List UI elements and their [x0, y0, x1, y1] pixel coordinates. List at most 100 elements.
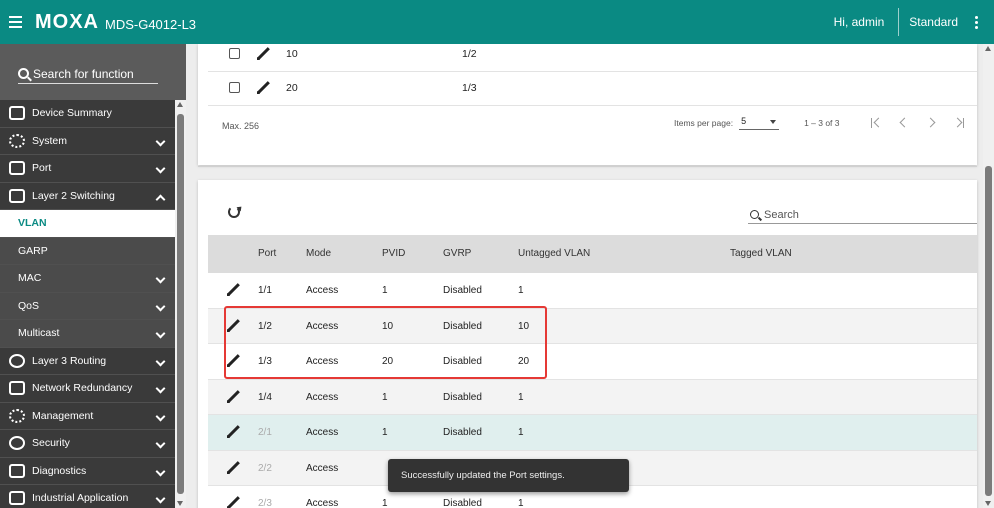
main-scrollbar[interactable] [983, 44, 994, 508]
table-search-input[interactable]: Search [748, 206, 977, 224]
chevron-down-icon [155, 328, 166, 339]
first-page-icon[interactable] [870, 117, 883, 129]
function-search-input[interactable]: Search for function [18, 64, 158, 84]
scroll-up-icon[interactable] [177, 102, 183, 107]
hamburger-menu-icon[interactable] [9, 16, 27, 28]
table-header: Port Mode PVID GVRP Untagged VLAN Tagged… [208, 235, 977, 273]
sidebar-item-mac[interactable]: MAC [0, 265, 175, 293]
scroll-up-icon[interactable] [985, 46, 991, 51]
sidebar-item-multicast[interactable]: Multicast [0, 320, 175, 348]
sidebar-item-layer2-switching[interactable]: Layer 2 Switching [0, 182, 175, 210]
edit-pencil-icon[interactable] [226, 461, 240, 475]
sidebar-item-security[interactable]: Security [0, 430, 175, 458]
sidebar-item-label: QoS [18, 299, 40, 312]
column-header-mode[interactable]: Mode [306, 248, 331, 259]
scroll-down-icon[interactable] [177, 501, 183, 506]
sidebar-item-industrial-application[interactable]: Industrial Application [0, 485, 175, 508]
section-divider [198, 166, 977, 167]
cell-untagged-vlan: 1 [518, 285, 524, 296]
cell-port: 2/3 [258, 498, 272, 508]
max-vlan-label: Max. 256 [222, 121, 260, 131]
user-greeting[interactable]: Hi, admin [834, 15, 885, 29]
sidebar-item-system[interactable]: System [0, 127, 175, 155]
sidebar-nav: Device Summary System Port Layer 2 Switc… [0, 100, 175, 508]
search-icon [750, 210, 759, 219]
column-header-untagged-vlan[interactable]: Untagged VLAN [518, 248, 590, 259]
main-scroll-thumb[interactable] [985, 166, 992, 496]
cell-untagged-vlan: 1 [518, 391, 524, 403]
cell-gvrp: Disabled [443, 427, 482, 438]
edit-pencil-icon[interactable] [226, 425, 240, 439]
edit-pencil-icon[interactable] [256, 81, 270, 95]
vlan-id: 20 [286, 81, 298, 94]
edit-pencil-icon[interactable] [256, 47, 270, 61]
items-per-page-select[interactable]: 5 [739, 116, 780, 130]
port-icon [9, 161, 25, 176]
sidebar-item-diagnostics[interactable]: Diagnostics [0, 457, 175, 485]
vlan-id: 10 [286, 47, 298, 60]
header-divider [898, 8, 900, 36]
cell-untagged-vlan: 1 [518, 498, 524, 508]
column-header-gvrp[interactable]: GVRP [443, 248, 471, 259]
port-table-card: Search Port Mode PVID GVRP Untagged VLAN… [198, 180, 977, 508]
last-page-icon[interactable] [952, 117, 966, 129]
sidebar-item-management[interactable]: Management [0, 402, 175, 430]
cell-gvrp: Disabled [443, 498, 482, 508]
sidebar-item-port[interactable]: Port [0, 155, 175, 183]
redundancy-icon [9, 381, 25, 396]
chevron-down-icon [155, 466, 166, 476]
cell-untagged-vlan: 1 [518, 427, 524, 438]
management-icon [9, 408, 25, 423]
user-role[interactable]: Standard [909, 15, 958, 29]
dashboard-icon [9, 106, 25, 121]
gear-icon [9, 133, 25, 148]
vlan-table-card: 10 1/2 20 1/3 Max. 256 Items per page: 5… [198, 44, 977, 165]
edit-pencil-icon[interactable] [226, 283, 240, 297]
refresh-icon[interactable] [228, 206, 240, 218]
chevron-down-icon [155, 356, 166, 366]
sidebar-item-layer3-routing[interactable]: Layer 3 Routing [0, 347, 175, 375]
sidebar-item-label: System [32, 134, 68, 147]
row-checkbox[interactable] [229, 48, 240, 59]
scroll-down-icon[interactable] [985, 501, 991, 506]
success-toast: Successfully updated the Port settings. [388, 459, 629, 492]
more-options-icon[interactable] [968, 15, 984, 29]
sidebar-item-label: Network Redundancy [32, 382, 133, 395]
main-content: 10 1/2 20 1/3 Max. 256 Items per page: 5… [186, 44, 983, 508]
sidebar-item-device-summary[interactable]: Device Summary [0, 100, 175, 128]
chevron-down-icon [155, 411, 166, 421]
sidebar-item-qos[interactable]: QoS [0, 292, 175, 320]
chevron-down-icon [155, 136, 166, 146]
moxa-logo: MOXA [35, 10, 99, 33]
sidebar-item-label: Port [32, 162, 52, 175]
next-page-icon[interactable] [925, 117, 938, 129]
column-header-pvid[interactable]: PVID [382, 248, 405, 259]
column-header-tagged-vlan[interactable]: Tagged VLAN [730, 248, 792, 259]
cell-gvrp: Disabled [443, 285, 482, 296]
column-header-port[interactable]: Port [258, 248, 276, 259]
chevron-down-icon [155, 493, 166, 504]
edit-pencil-icon[interactable] [226, 390, 240, 404]
vlan-member-port: 1/3 [462, 81, 477, 94]
sidebar-item-vlan[interactable]: VLAN [0, 210, 175, 238]
cell-pvid: 1 [382, 391, 388, 403]
sidebar: Search for function Device Summary Syste… [0, 44, 186, 508]
sidebar-item-label: Device Summary [32, 107, 112, 120]
search-icon [18, 68, 29, 79]
items-per-page-label: Items per page: [674, 118, 734, 128]
routing-icon [9, 353, 25, 368]
sidebar-item-garp[interactable]: GARP [0, 237, 175, 265]
highlight-box [224, 306, 547, 379]
row-checkbox[interactable] [229, 82, 240, 93]
industrial-icon [9, 491, 25, 506]
edit-pencil-icon[interactable] [226, 496, 240, 508]
switch-icon [9, 188, 25, 203]
sidebar-scrollbar[interactable] [175, 100, 186, 508]
sidebar-scroll-thumb[interactable] [177, 114, 184, 494]
sidebar-item-network-redundancy[interactable]: Network Redundancy [0, 375, 175, 403]
table-row: 1/4 Access 1 Disabled 1 [208, 379, 977, 415]
cell-port: 2/2 [258, 462, 272, 474]
table-row: 1/1 Access 1 Disabled 1 [208, 273, 977, 309]
chevron-down-icon [155, 273, 166, 284]
previous-page-icon[interactable] [898, 117, 910, 129]
